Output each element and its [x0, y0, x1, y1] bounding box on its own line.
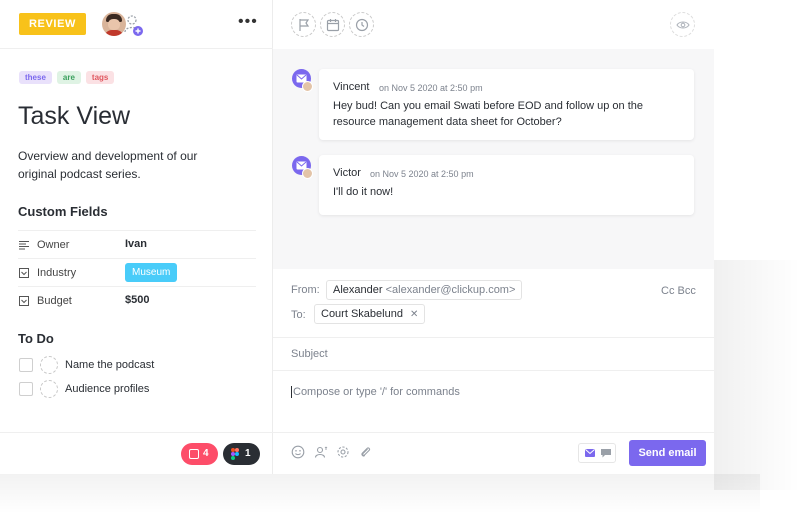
message-author[interactable]: Vincent — [333, 81, 370, 93]
message-body: Hey bud! Can you email Swati before EOD … — [333, 100, 644, 128]
message-timestamp: on Nov 5 2020 at 2:50 pm — [379, 83, 483, 93]
tag[interactable]: these — [19, 71, 52, 84]
custom-fields-heading: Custom Fields — [18, 204, 108, 219]
todo-item: Name the podcast — [19, 356, 249, 376]
industry-pill[interactable]: Museum — [125, 263, 178, 282]
text-field-icon — [19, 240, 29, 250]
assign-user-icon[interactable] — [40, 380, 58, 398]
field-value[interactable]: Ivan — [125, 238, 147, 250]
divider — [273, 432, 714, 433]
message-thread: Vincent on Nov 5 2020 at 2:50 pm Hey bud… — [273, 49, 714, 269]
badge-count: 4 — [203, 448, 209, 459]
attachment-icon[interactable] — [358, 445, 372, 459]
eye-icon — [676, 21, 690, 29]
email-panel: Vincent on Nov 5 2020 at 2:50 pm Hey bud… — [273, 0, 714, 474]
priority-flag-button[interactable] — [291, 12, 316, 37]
time-tracking-button[interactable] — [349, 12, 374, 37]
message-timestamp: on Nov 5 2020 at 2:50 pm — [370, 169, 474, 179]
emoji-icon[interactable] — [291, 445, 305, 459]
gear-icon[interactable] — [336, 445, 350, 459]
custom-field-owner[interactable]: Owner Ivan — [18, 230, 256, 258]
panel-shadow — [714, 260, 800, 490]
task-details-panel: REVIEW ••• these are tags Task View Over… — [0, 0, 273, 474]
dropdown-field-icon — [19, 268, 29, 278]
calendar-icon — [326, 19, 340, 32]
todo-label[interactable]: Name the podcast — [65, 359, 154, 371]
send-email-button[interactable]: Send email — [629, 440, 706, 466]
more-options-button[interactable]: ••• — [238, 14, 257, 32]
compose-body-input[interactable]: Compose or type '/' for commands — [291, 386, 460, 398]
from-email: <alexander@clickup.com> — [385, 284, 516, 296]
sender-avatar — [302, 168, 313, 179]
field-value[interactable]: $500 — [125, 294, 149, 306]
calendar-badge[interactable]: 4 — [181, 443, 218, 465]
message-type-toggle — [578, 443, 616, 463]
custom-field-industry[interactable]: Industry Museum — [18, 258, 256, 286]
panel-shadow — [0, 474, 760, 514]
message-body: I'll do it now! — [333, 186, 394, 198]
email-mode-icon[interactable] — [583, 447, 597, 459]
clock-icon — [355, 18, 369, 32]
status-button[interactable]: REVIEW — [19, 13, 86, 35]
figma-badge[interactable]: 1 — [223, 443, 260, 465]
task-description[interactable]: Overview and development of our original… — [18, 147, 238, 183]
sender-avatar — [302, 81, 313, 92]
to-label: To: — [291, 309, 306, 321]
task-title[interactable]: Task View — [18, 102, 130, 131]
todo-checkbox[interactable] — [19, 358, 33, 372]
task-footer: 4 1 — [0, 432, 273, 474]
cc-bcc-toggle[interactable]: Cc Bcc — [661, 285, 696, 297]
assign-user-icon[interactable] — [40, 356, 58, 374]
add-assignee-icon[interactable] — [124, 12, 144, 36]
custom-field-budget[interactable]: Budget $500 — [18, 286, 256, 314]
comment-mode-icon[interactable] — [599, 447, 613, 459]
todo-checkbox[interactable] — [19, 382, 33, 396]
tag[interactable]: are — [56, 71, 81, 84]
recipient-chip[interactable]: Court Skabelund ✕ — [314, 304, 426, 324]
message-author[interactable]: Victor — [333, 167, 361, 179]
figma-icon — [231, 448, 239, 460]
todo-label[interactable]: Audience profiles — [65, 383, 149, 395]
field-label: Industry — [37, 267, 77, 279]
dropdown-field-icon — [19, 296, 29, 306]
calendar-icon — [189, 449, 199, 459]
task-toolbar — [273, 0, 714, 49]
email-composer: From: Alexander <alexander@clickup.com> … — [273, 269, 714, 474]
from-chip[interactable]: Alexander <alexander@clickup.com> — [326, 280, 523, 300]
recipient-name: Court Skabelund — [321, 308, 403, 320]
watchers-button[interactable] — [670, 12, 695, 37]
subject-input[interactable]: Subject — [291, 348, 328, 360]
task-view-app: REVIEW ••• these are tags Task View Over… — [0, 0, 714, 474]
from-label: From: — [291, 284, 320, 296]
todo-heading: To Do — [18, 331, 54, 346]
divider — [273, 337, 714, 338]
from-name: Alexander — [333, 284, 383, 296]
field-label: Budget — [37, 295, 72, 307]
mention-user-icon[interactable] — [314, 445, 328, 459]
tag[interactable]: tags — [85, 71, 115, 84]
flag-icon — [299, 19, 310, 31]
field-label: Owner — [37, 239, 70, 251]
task-header-bar: REVIEW ••• — [0, 0, 273, 49]
message-card[interactable]: Vincent on Nov 5 2020 at 2:50 pm Hey bud… — [319, 69, 694, 140]
todo-item: Audience profiles — [19, 380, 249, 400]
divider — [273, 370, 714, 371]
assignee-avatar[interactable] — [102, 12, 126, 36]
message-card[interactable]: Victor on Nov 5 2020 at 2:50 pm I'll do … — [319, 155, 694, 215]
tag-list: these are tags — [19, 71, 115, 84]
remove-recipient-icon[interactable]: ✕ — [410, 309, 418, 320]
due-date-button[interactable] — [320, 12, 345, 37]
badge-count: 1 — [245, 448, 251, 459]
